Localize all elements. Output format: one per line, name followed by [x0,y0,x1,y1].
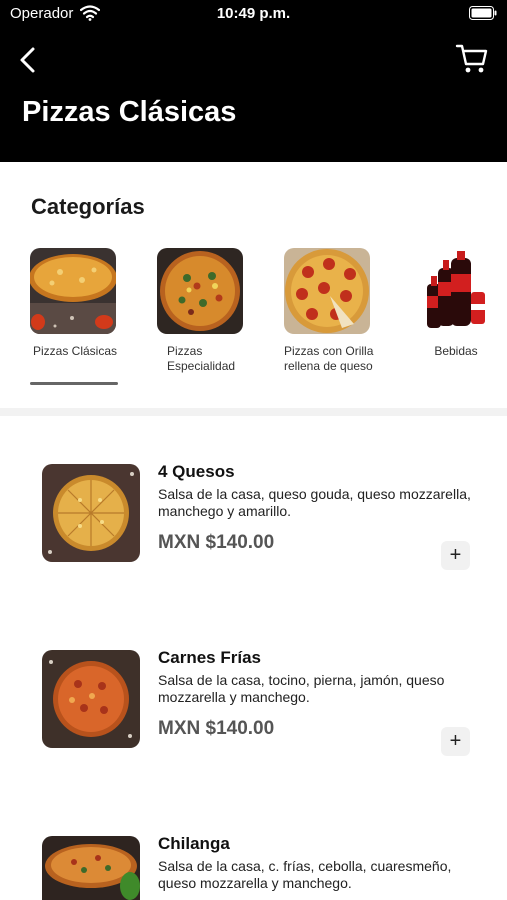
top-header: Operador 10:49 p.m. Pizzas Clásicas [0,0,507,162]
product-image [42,464,140,562]
product-description: Salsa de la casa, c. frías, cebolla, cua… [158,858,452,891]
product-item[interactable]: Carnes Frías Salsa de la casa, tocino, p… [0,648,507,830]
category-image [157,248,243,334]
product-name: 4 Quesos [158,462,235,481]
product-name: Chilanga [158,834,230,853]
category-label: Bebidas [434,344,478,358]
categories-section: Categorías Pizzas Clásicas Pizzas Especi… [0,162,507,410]
status-bar: Operador 10:49 p.m. [0,0,507,28]
add-to-cart-button[interactable]: + [441,727,470,756]
cart-icon[interactable] [455,42,489,76]
product-image [42,836,140,900]
category-pizzas-especialidad[interactable]: Pizzas Especialidad [157,248,267,374]
category-image [284,248,370,334]
categories-title: Categorías [31,194,145,219]
category-pizzas-orilla-rellena[interactable]: Pizzas con Orilla rellena de queso [284,248,394,374]
plus-icon: + [449,544,462,566]
page-title: Pizzas Clásicas [22,96,237,128]
category-label: Pizzas con Orilla rellena de queso [284,344,374,373]
plus-icon: + [449,730,462,752]
product-item[interactable]: 4 Quesos Salsa de la casa, queso gouda, … [0,462,507,644]
battery-icon [469,6,497,20]
category-bebidas[interactable]: Bebidas [411,248,507,359]
product-name: Carnes Frías [158,648,261,667]
category-image [30,248,116,334]
add-to-cart-button[interactable]: + [441,541,470,570]
product-price: MXN $140.00 [158,532,275,553]
back-chevron-icon[interactable] [14,44,44,76]
category-image [411,248,497,334]
product-image [42,650,140,748]
status-time: 10:49 p.m. [216,5,291,22]
selected-category-indicator [30,382,118,385]
product-price: MXN $140.00 [158,718,275,739]
category-label: Pizzas Especialidad [167,344,236,373]
product-item[interactable]: Chilanga Salsa de la casa, c. frías, ceb… [0,834,507,900]
product-description: Salsa de la casa, tocino, pierna, jamón,… [158,672,445,705]
category-pizzas-clasicas[interactable]: Pizzas Clásicas [30,248,140,359]
section-divider [0,408,507,416]
category-label: Pizzas Clásicas [32,344,118,358]
product-description: Salsa de la casa, queso gouda, queso moz… [158,486,471,519]
